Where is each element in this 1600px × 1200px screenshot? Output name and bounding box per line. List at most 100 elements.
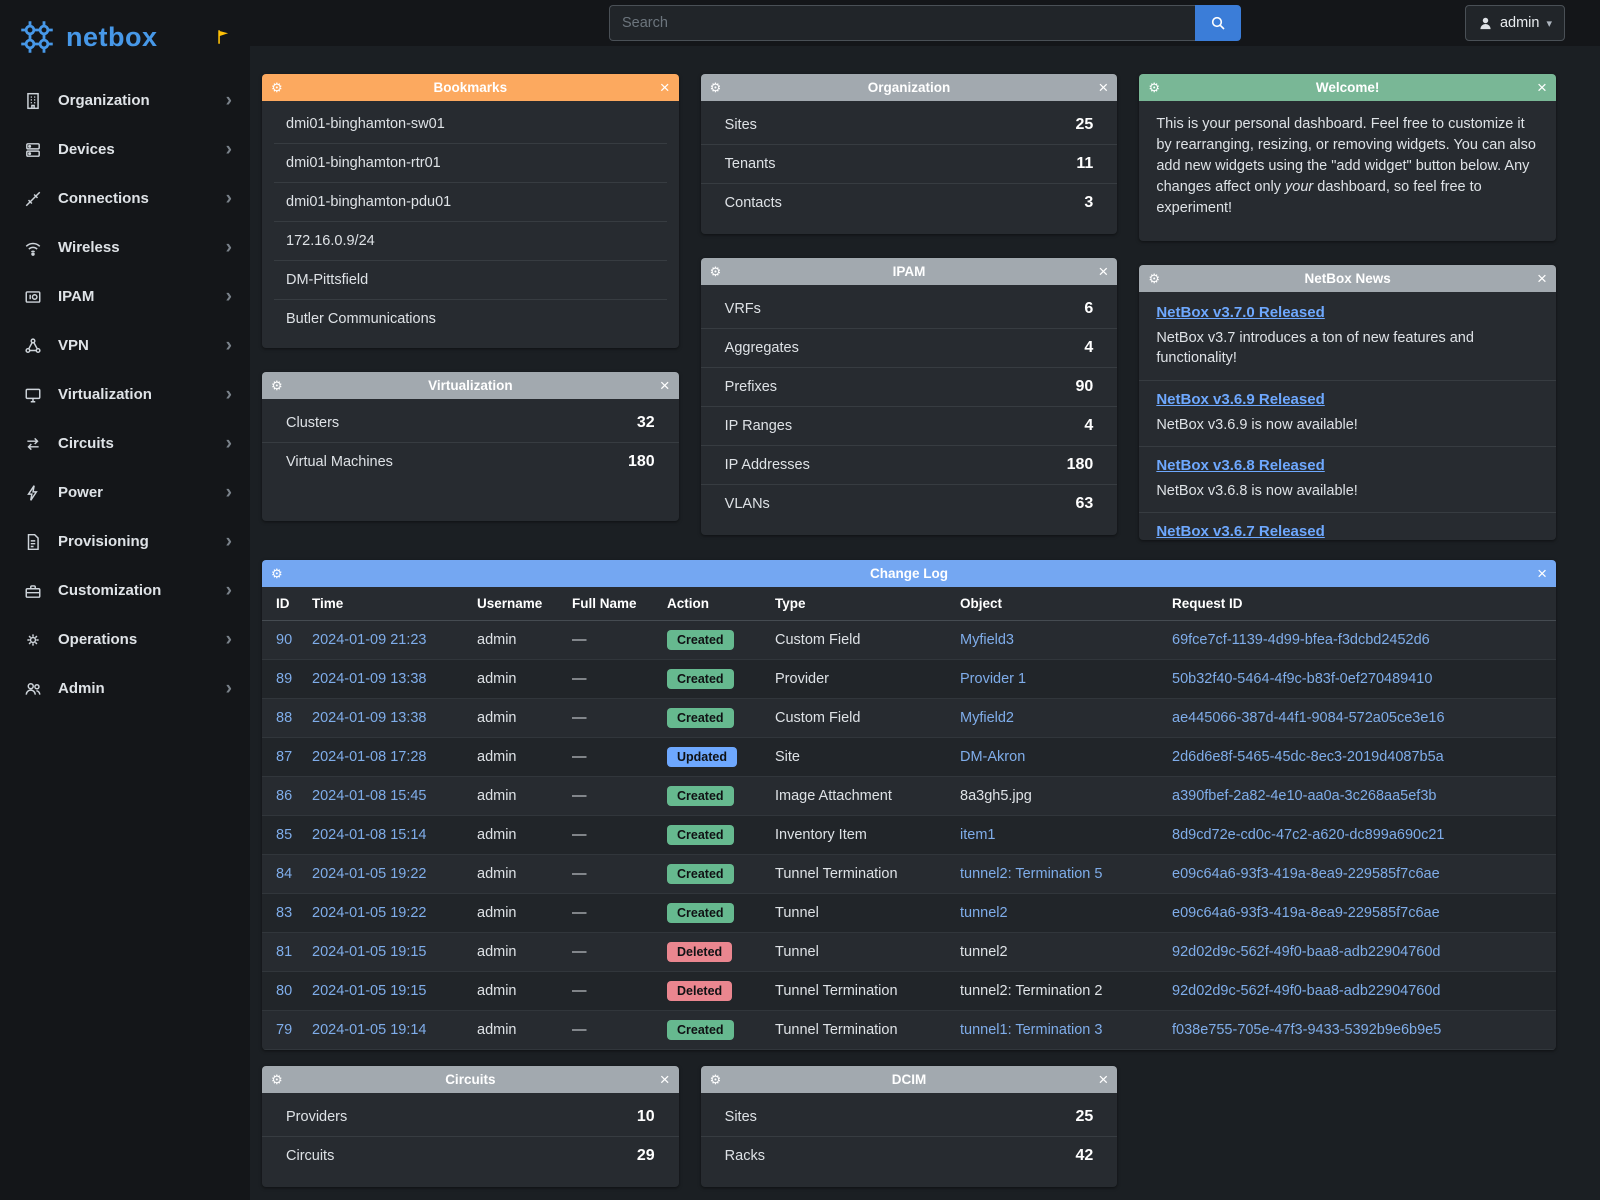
changelog-request-id-link[interactable]: 50b32f40-5464-4f9c-b83f-0ef270489410 bbox=[1172, 671, 1432, 687]
changelog-object[interactable]: Provider 1 bbox=[960, 671, 1026, 687]
changelog-object[interactable]: DM-Akron bbox=[960, 749, 1025, 765]
sidebar-item-virtualization[interactable]: Virtualization › bbox=[0, 370, 250, 419]
changelog-id-link[interactable]: 81 bbox=[276, 944, 292, 960]
sidebar-item-provisioning[interactable]: Provisioning › bbox=[0, 517, 250, 566]
stat-row[interactable]: VLANs 63 bbox=[701, 485, 1118, 523]
changelog-object[interactable]: Myfield2 bbox=[960, 710, 1014, 726]
changelog-time-link[interactable]: 2024-01-09 13:38 bbox=[312, 710, 427, 726]
news-headline-link[interactable]: NetBox v3.6.9 Released bbox=[1156, 391, 1324, 408]
changelog-time-link[interactable]: 2024-01-08 15:45 bbox=[312, 788, 427, 804]
changelog-request-id-link[interactable]: 2d6d6e8f-5465-45dc-8ec3-2019d4087b5a bbox=[1172, 749, 1444, 765]
bookmark-item[interactable]: Butler Communications bbox=[274, 300, 667, 338]
changelog-time-link[interactable]: 2024-01-08 15:14 bbox=[312, 827, 427, 843]
stat-row[interactable]: Racks 42 bbox=[701, 1137, 1118, 1175]
changelog-time-link[interactable]: 2024-01-05 19:14 bbox=[312, 1022, 427, 1038]
bookmark-item[interactable]: 172.16.0.9/24 bbox=[274, 222, 667, 261]
changelog-object[interactable]: tunnel2: Termination 2 bbox=[960, 983, 1102, 999]
changelog-object[interactable]: tunnel2: Termination 5 bbox=[960, 866, 1102, 882]
bookmark-flag-icon[interactable] bbox=[214, 28, 232, 46]
stat-row[interactable]: Sites 25 bbox=[701, 106, 1118, 145]
sidebar-item-customization[interactable]: Customization › bbox=[0, 566, 250, 615]
close-icon[interactable]: × bbox=[1525, 565, 1547, 582]
changelog-request-id-link[interactable]: f038e755-705e-47f3-9433-5392b9e6b9e5 bbox=[1172, 1022, 1441, 1038]
gear-icon[interactable]: ⚙ bbox=[1148, 271, 1170, 287]
sidebar-item-wireless[interactable]: Wireless › bbox=[0, 223, 250, 272]
changelog-object[interactable]: tunnel1: Termination 3 bbox=[960, 1022, 1102, 1038]
changelog-request-id-link[interactable]: e09c64a6-93f3-419a-8ea9-229585f7c6ae bbox=[1172, 866, 1440, 882]
changelog-id-link[interactable]: 79 bbox=[276, 1022, 292, 1038]
stat-row[interactable]: Contacts 3 bbox=[701, 184, 1118, 222]
sidebar-item-organization[interactable]: Organization › bbox=[0, 76, 250, 125]
changelog-request-id-link[interactable]: a390fbef-2a82-4e10-aa0a-3c268aa5ef3b bbox=[1172, 788, 1436, 804]
user-menu-button[interactable]: admin ▾ bbox=[1465, 5, 1565, 41]
sidebar-item-connections[interactable]: Connections › bbox=[0, 174, 250, 223]
stat-row[interactable]: Sites 25 bbox=[701, 1098, 1118, 1137]
sidebar-item-vpn[interactable]: VPN › bbox=[0, 321, 250, 370]
news-headline-link[interactable]: NetBox v3.6.7 Released bbox=[1156, 523, 1324, 540]
changelog-time-link[interactable]: 2024-01-09 13:38 bbox=[312, 671, 427, 687]
stat-row[interactable]: Virtual Machines 180 bbox=[262, 443, 679, 481]
changelog-request-id-link[interactable]: ae445066-387d-44f1-9084-572a05ce3e16 bbox=[1172, 710, 1445, 726]
bookmark-item[interactable]: dmi01-binghamton-pdu01 bbox=[274, 183, 667, 222]
changelog-request-id-link[interactable]: 92d02d9c-562f-49f0-baa8-adb22904760d bbox=[1172, 944, 1440, 960]
close-icon[interactable]: × bbox=[648, 1071, 670, 1088]
gear-icon[interactable]: ⚙ bbox=[271, 378, 293, 394]
stat-row[interactable]: Tenants 11 bbox=[701, 145, 1118, 184]
close-icon[interactable]: × bbox=[1525, 79, 1547, 96]
changelog-request-id-link[interactable]: 69fce7cf-1139-4d99-bfea-f3dcbd2452d6 bbox=[1172, 632, 1430, 648]
close-icon[interactable]: × bbox=[1525, 270, 1547, 287]
changelog-request-id-link[interactable]: e09c64a6-93f3-419a-8ea9-229585f7c6ae bbox=[1172, 905, 1440, 921]
changelog-time-link[interactable]: 2024-01-09 21:23 bbox=[312, 632, 427, 648]
close-icon[interactable]: × bbox=[648, 79, 670, 96]
sidebar-item-devices[interactable]: Devices › bbox=[0, 125, 250, 174]
search-input[interactable] bbox=[609, 5, 1195, 41]
changelog-time-link[interactable]: 2024-01-05 19:15 bbox=[312, 983, 427, 999]
search-button[interactable] bbox=[1195, 5, 1241, 41]
news-headline-link[interactable]: NetBox v3.7.0 Released bbox=[1156, 304, 1324, 321]
stat-row[interactable]: Clusters 32 bbox=[262, 404, 679, 443]
changelog-id-link[interactable]: 89 bbox=[276, 671, 292, 687]
changelog-id-link[interactable]: 83 bbox=[276, 905, 292, 921]
changelog-object[interactable]: tunnel2 bbox=[960, 944, 1008, 960]
bookmark-item[interactable]: DM-Pittsfield bbox=[274, 261, 667, 300]
stat-row[interactable]: Aggregates 4 bbox=[701, 329, 1118, 368]
stat-row[interactable]: VRFs 6 bbox=[701, 290, 1118, 329]
bookmark-item[interactable]: dmi01-binghamton-rtr01 bbox=[274, 144, 667, 183]
changelog-time-link[interactable]: 2024-01-08 17:28 bbox=[312, 749, 427, 765]
close-icon[interactable]: × bbox=[1086, 263, 1108, 280]
close-icon[interactable]: × bbox=[1086, 1071, 1108, 1088]
news-headline-link[interactable]: NetBox v3.6.8 Released bbox=[1156, 457, 1324, 474]
changelog-request-id-link[interactable]: 8d9cd72e-cd0c-47c2-a620-dc899a690c21 bbox=[1172, 827, 1444, 843]
netbox-logo[interactable]: netbox bbox=[16, 16, 158, 58]
bookmark-item[interactable]: dmi01-binghamton-sw01 bbox=[274, 105, 667, 144]
changelog-id-link[interactable]: 80 bbox=[276, 983, 292, 999]
stat-row[interactable]: Prefixes 90 bbox=[701, 368, 1118, 407]
stat-row[interactable]: Providers 10 bbox=[262, 1098, 679, 1137]
changelog-time-link[interactable]: 2024-01-05 19:22 bbox=[312, 866, 427, 882]
close-icon[interactable]: × bbox=[1086, 79, 1108, 96]
changelog-id-link[interactable]: 86 bbox=[276, 788, 292, 804]
changelog-object[interactable]: item1 bbox=[960, 827, 995, 843]
sidebar-item-circuits[interactable]: Circuits › bbox=[0, 419, 250, 468]
changelog-id-link[interactable]: 90 bbox=[276, 632, 292, 648]
changelog-id-link[interactable]: 88 bbox=[276, 710, 292, 726]
stat-row[interactable]: IP Addresses 180 bbox=[701, 446, 1118, 485]
sidebar-item-admin[interactable]: Admin › bbox=[0, 664, 250, 713]
changelog-object[interactable]: tunnel2 bbox=[960, 905, 1008, 921]
gear-icon[interactable]: ⚙ bbox=[271, 566, 293, 582]
changelog-id-link[interactable]: 85 bbox=[276, 827, 292, 843]
stat-row[interactable]: Circuits 29 bbox=[262, 1137, 679, 1175]
changelog-object[interactable]: Myfield3 bbox=[960, 632, 1014, 648]
changelog-request-id-link[interactable]: 92d02d9c-562f-49f0-baa8-adb22904760d bbox=[1172, 983, 1440, 999]
changelog-id-link[interactable]: 87 bbox=[276, 749, 292, 765]
gear-icon[interactable]: ⚙ bbox=[271, 80, 293, 96]
gear-icon[interactable]: ⚙ bbox=[710, 1072, 732, 1088]
changelog-time-link[interactable]: 2024-01-05 19:22 bbox=[312, 905, 427, 921]
sidebar-item-operations[interactable]: Operations › bbox=[0, 615, 250, 664]
changelog-time-link[interactable]: 2024-01-05 19:15 bbox=[312, 944, 427, 960]
gear-icon[interactable]: ⚙ bbox=[1148, 80, 1170, 96]
changelog-id-link[interactable]: 84 bbox=[276, 866, 292, 882]
stat-row[interactable]: IP Ranges 4 bbox=[701, 407, 1118, 446]
gear-icon[interactable]: ⚙ bbox=[271, 1072, 293, 1088]
close-icon[interactable]: × bbox=[648, 377, 670, 394]
